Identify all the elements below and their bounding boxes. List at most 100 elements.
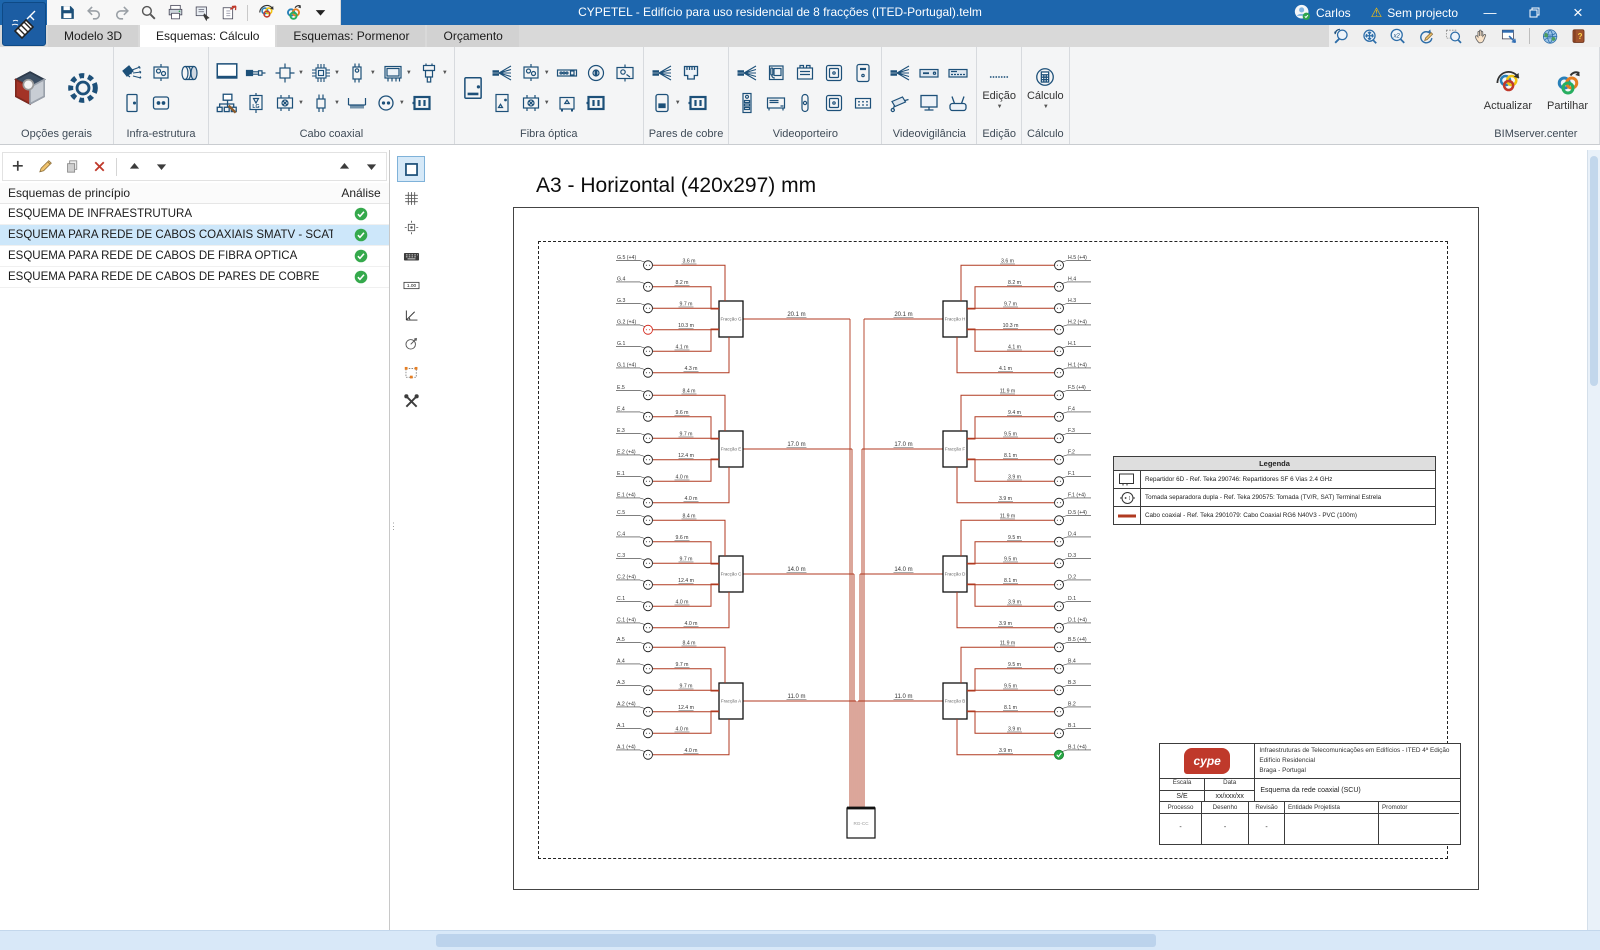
coax-lg-amplifier-button[interactable]: LG	[243, 91, 269, 115]
cctv-cable-button[interactable]	[887, 61, 913, 85]
zoom-previous-button[interactable]	[1329, 26, 1353, 46]
general-options-button[interactable]	[5, 54, 55, 122]
user-chunk[interactable]: Carlos	[1284, 4, 1361, 21]
coax-derivator-button[interactable]: ▼	[308, 91, 341, 115]
coax-attenuator-button[interactable]: ▼	[416, 61, 449, 85]
copper-double-socket-button[interactable]	[685, 91, 711, 115]
video-cable-button[interactable]	[734, 61, 760, 85]
move-down-button[interactable]	[151, 157, 171, 177]
panel-down-button[interactable]	[361, 157, 381, 177]
fiber-cable-button[interactable]	[489, 61, 515, 85]
panel-up-button[interactable]	[334, 157, 354, 177]
snap-tool-button[interactable]	[397, 214, 425, 240]
minimize-button[interactable]: —	[1468, 0, 1512, 25]
app-logo[interactable]	[2, 2, 46, 46]
web-button[interactable]	[1538, 26, 1562, 46]
copy-button[interactable]	[62, 157, 82, 177]
zoom-extents-button[interactable]	[1357, 26, 1381, 46]
drawing-canvas[interactable]: A3 - Horizontal (420x297) mm 20.1 m Fracç…	[432, 150, 1588, 931]
flush-box-button[interactable]	[821, 61, 847, 85]
coax-ground-comb-button[interactable]	[344, 91, 370, 115]
cabinet-button[interactable]	[119, 91, 145, 115]
fiber-tray-button[interactable]	[554, 61, 580, 85]
project-status-chunk[interactable]: ⚠ Sem projecto	[1361, 5, 1468, 21]
tools-button[interactable]	[397, 388, 425, 414]
grid-tool-button[interactable]	[397, 185, 425, 211]
redraw-button[interactable]	[1413, 26, 1437, 46]
copper-device-button[interactable]: ▼	[649, 91, 682, 115]
conduit-button[interactable]	[177, 61, 203, 85]
scheme-row[interactable]: ESQUEMA PARA REDE DE CABOS COAXIAIS SMAT…	[0, 225, 389, 246]
keyboard-entry-button[interactable]	[397, 243, 425, 269]
cctv-camera-button[interactable]	[887, 91, 913, 115]
add-button[interactable]	[8, 157, 28, 177]
horizontal-scrollbar[interactable]	[0, 930, 1600, 950]
search-button[interactable]	[136, 2, 160, 24]
print-button[interactable]	[163, 2, 187, 24]
scale-tool-button[interactable]: 1.00	[397, 272, 425, 298]
toolbar-options-button[interactable]	[308, 2, 332, 24]
coax-splitter-button[interactable]: ▼	[272, 61, 305, 85]
orbit-tool-button[interactable]	[397, 330, 425, 356]
scheme-row[interactable]: ESQUEMA PARA REDE DE CABOS DE PARES DE C…	[0, 267, 389, 288]
export-button[interactable]	[217, 2, 241, 24]
access-reader-button[interactable]	[850, 61, 876, 85]
close-button[interactable]: ×	[1556, 0, 1600, 25]
coax-cable-button[interactable]	[243, 61, 269, 85]
coax-double-socket-button[interactable]	[409, 91, 435, 115]
angle-tool-button[interactable]	[397, 301, 425, 327]
wifi-router-button[interactable]	[945, 91, 971, 115]
share-button[interactable]: Partilhar	[1541, 64, 1594, 112]
copper-cable-button[interactable]	[649, 61, 675, 85]
dvr-button[interactable]	[916, 61, 942, 85]
fiber-distributor-button[interactable]	[612, 61, 638, 85]
tab-esquemas-c-lculo[interactable]: Esquemas: Cálculo	[140, 25, 276, 47]
undo-button[interactable]	[82, 2, 106, 24]
edit-button[interactable]	[35, 157, 55, 177]
coax-modulator-button[interactable]: ▼	[272, 91, 305, 115]
fiber-termination-button[interactable]	[554, 91, 580, 115]
fiber-cabinet-button[interactable]	[460, 75, 486, 101]
coax-network-design-button[interactable]	[214, 91, 240, 117]
din-module-button[interactable]	[792, 61, 818, 85]
frame-tool-button[interactable]	[397, 156, 425, 182]
fiber-splitter-button[interactable]: ▼	[518, 91, 551, 115]
delete-button[interactable]	[89, 157, 109, 177]
junction-box-button[interactable]	[148, 61, 174, 85]
scheme-row[interactable]: ESQUEMA DE INFRAESTRUTURA	[0, 204, 389, 225]
bimserver-sync-button[interactable]	[254, 2, 278, 24]
print-drawing-button[interactable]	[190, 2, 214, 24]
coax-frame-button[interactable]	[214, 59, 240, 85]
redo-button[interactable]	[109, 2, 133, 24]
tab-modelo-3d[interactable]: Modelo 3D	[48, 25, 139, 47]
restore-button[interactable]	[1512, 0, 1556, 25]
rj45-socket-button[interactable]	[678, 61, 704, 85]
configuration-button[interactable]	[58, 54, 108, 122]
door-opener-button[interactable]	[792, 91, 818, 115]
antenna-systems-button[interactable]	[119, 61, 145, 85]
door-station-button[interactable]	[734, 91, 760, 115]
fiber-double-socket-button[interactable]	[583, 91, 609, 115]
vertical-scrollbar-thumb[interactable]	[1590, 156, 1598, 386]
save-button[interactable]	[55, 2, 79, 24]
intercom-monitor-button[interactable]	[763, 61, 789, 85]
cctv-monitor-button[interactable]	[916, 91, 942, 115]
control-unit-button[interactable]	[763, 91, 789, 115]
keypad-button[interactable]	[850, 91, 876, 115]
coax-round-socket-button[interactable]: ▼	[373, 91, 406, 115]
vertical-scrollbar[interactable]	[1587, 150, 1600, 931]
selection-tool-button[interactable]	[397, 359, 425, 385]
capture-window-button[interactable]	[1497, 26, 1521, 46]
panel-splitter[interactable]: ⋮	[389, 522, 398, 531]
zoom-window-button[interactable]	[1441, 26, 1465, 46]
bimserver-link-button[interactable]	[281, 2, 305, 24]
fiber-reel-button[interactable]	[583, 61, 609, 85]
network-switch-button[interactable]	[945, 61, 971, 85]
tab-esquemas-pormenor[interactable]: Esquemas: Pormenor	[277, 25, 426, 47]
update-button[interactable]: Actualizar	[1478, 64, 1538, 112]
scheme-row[interactable]: ESQUEMA PARA REDE DE CABOS DE FIBRA ÓPTI…	[0, 246, 389, 267]
horizontal-scrollbar-thumb[interactable]	[436, 934, 1156, 947]
tab-or-amento[interactable]: Orçamento	[427, 25, 519, 47]
distribution-module-button[interactable]	[821, 91, 847, 115]
zoom-x2-button[interactable]: x2	[1385, 26, 1409, 46]
